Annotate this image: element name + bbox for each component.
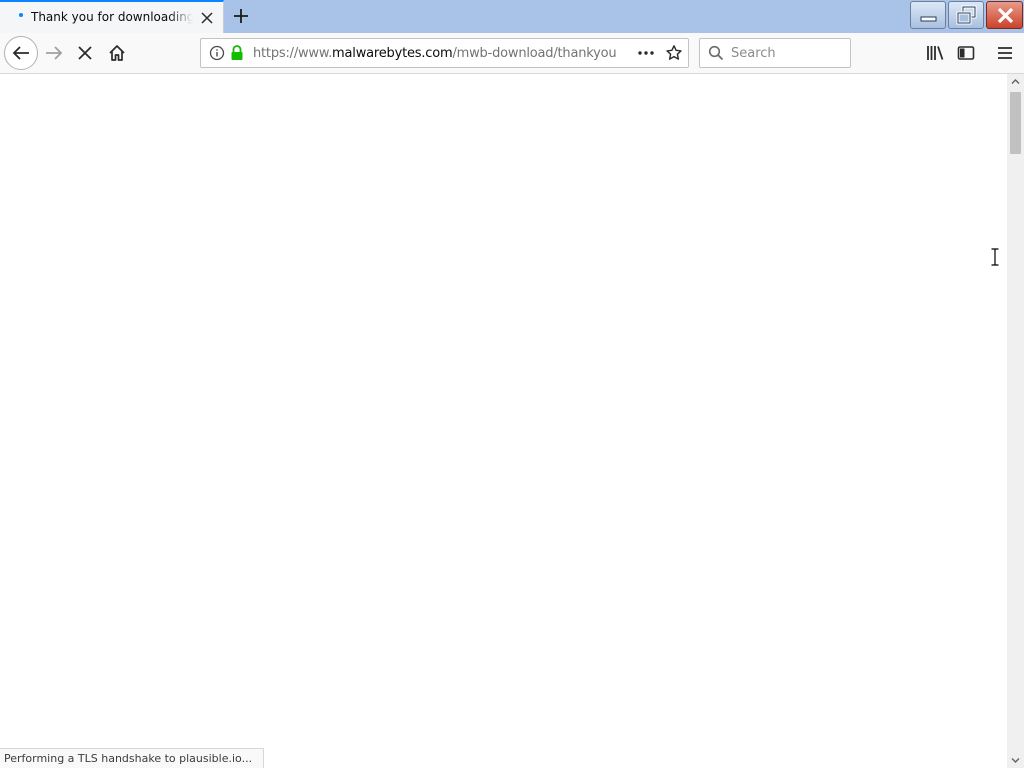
lock-icon[interactable] (229, 44, 245, 66)
new-tab-button[interactable] (229, 5, 253, 27)
stop-button[interactable] (70, 38, 100, 68)
close-icon[interactable] (198, 9, 216, 27)
url-bar[interactable]: https://www.malwarebytes.com/mwb-downloa… (200, 38, 689, 68)
restore-button[interactable] (948, 1, 984, 29)
url-text[interactable]: https://www.malwarebytes.com/mwb-downloa… (253, 46, 617, 61)
url-scheme: https://www. (253, 46, 333, 61)
url-path: /mwb-download/thankyou (452, 46, 617, 61)
window-controls (908, 1, 1023, 29)
active-tab[interactable]: Thank you for downloading Malwarebytes (0, 0, 224, 33)
restore-icon (956, 5, 977, 25)
forward-icon (46, 46, 63, 60)
tab-strip: Thank you for downloading Malwarebytes (0, 0, 1024, 33)
info-icon[interactable] (209, 45, 225, 65)
status-panel: Performing a TLS handshake to plausible.… (0, 748, 264, 768)
window-close-icon (997, 7, 1014, 24)
minimize-button[interactable] (910, 1, 946, 29)
back-icon (12, 46, 29, 60)
bookmark-star-icon[interactable] (665, 44, 683, 66)
page-actions-icon[interactable] (637, 45, 655, 65)
minimize-icon (920, 16, 937, 22)
page-content[interactable] (0, 74, 1007, 768)
scroll-up-icon[interactable] (1011, 78, 1020, 85)
home-button[interactable] (102, 38, 132, 68)
forward-button[interactable] (39, 38, 69, 68)
search-bar[interactable]: Search (699, 38, 851, 68)
sidebar-icon (957, 46, 975, 60)
library-button[interactable] (920, 38, 950, 68)
stop-icon (78, 46, 92, 60)
tab-loading-dot-icon (19, 13, 23, 17)
plus-icon (229, 9, 253, 31)
library-icon (927, 46, 944, 60)
search-icon (708, 45, 724, 65)
back-button[interactable] (4, 36, 38, 70)
sidebar-button[interactable] (951, 38, 981, 68)
vertical-scrollbar[interactable] (1007, 74, 1024, 768)
scroll-thumb[interactable] (1010, 92, 1021, 154)
menu-icon (998, 47, 1012, 59)
text-cursor-icon (990, 248, 1000, 266)
menu-button[interactable] (990, 38, 1020, 68)
status-text: Performing a TLS handshake to plausible.… (4, 752, 253, 765)
search-input[interactable]: Search (731, 46, 776, 61)
window-close-button[interactable] (986, 1, 1023, 29)
home-icon (109, 45, 125, 61)
navigation-toolbar: https://www.malwarebytes.com/mwb-downloa… (0, 33, 1024, 74)
tab-title: Thank you for downloading Malwarebytes (31, 10, 193, 24)
url-host: malwarebytes.com (332, 46, 453, 61)
scroll-down-icon[interactable] (1011, 757, 1020, 764)
